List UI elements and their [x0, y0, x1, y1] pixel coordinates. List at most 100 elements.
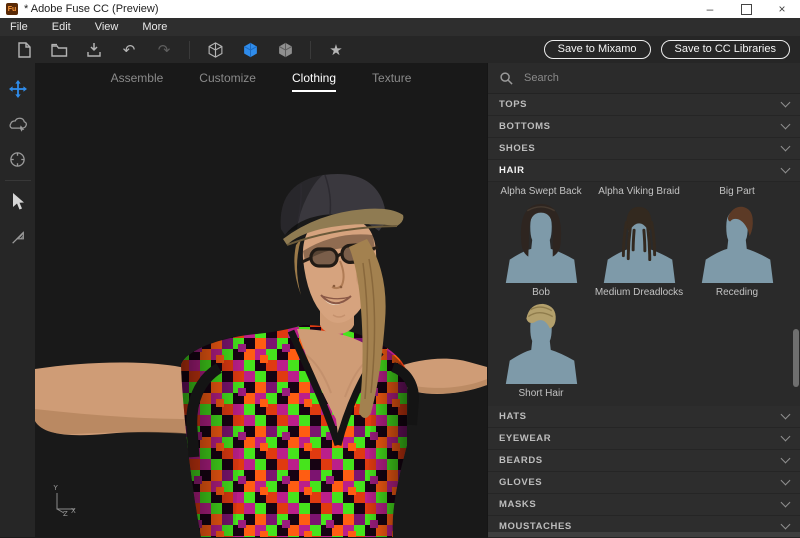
maximize-icon[interactable] [728, 0, 764, 18]
section-label: EYEWEAR [499, 433, 552, 444]
tab-clothing[interactable]: Clothing [291, 71, 337, 92]
hair-item-short-hair[interactable]: Short Hair [492, 300, 590, 401]
section-shoes[interactable]: SHOES [488, 138, 800, 160]
menu-more[interactable]: More [142, 21, 167, 33]
chevron-down-icon [780, 431, 791, 442]
section-label: HATS [499, 411, 527, 422]
hair-item-label: Short Hair [518, 388, 564, 399]
axis-gizmo: Y Z X [53, 484, 77, 518]
undo-icon[interactable]: ↶ [119, 40, 139, 60]
hair-thumbnail-bob [505, 203, 578, 284]
app-icon: Fu [6, 3, 18, 15]
section-label: BOTTOMS [499, 121, 551, 132]
tool-rail [0, 63, 35, 537]
hair-items-grid: Alpha Swept Back Alpha Viking Braid Big … [488, 182, 800, 406]
main-area: Assemble Customize Clothing Texture Y Z … [0, 63, 800, 538]
render-wireframe-icon[interactable] [205, 40, 225, 60]
chevron-down-icon [780, 497, 791, 508]
hair-item-bob[interactable]: Bob [492, 199, 590, 300]
tab-customize[interactable]: Customize [199, 71, 256, 92]
hair-item-receding[interactable]: Receding [688, 199, 786, 300]
search-icon [500, 71, 513, 85]
tab-texture[interactable]: Texture [372, 71, 411, 92]
favorites-star-icon[interactable]: ★ [326, 40, 346, 60]
chevron-down-icon [780, 97, 791, 108]
section-hats[interactable]: HATS [488, 406, 800, 428]
toolbar-separator [310, 40, 311, 59]
render-textured-icon[interactable] [275, 40, 295, 60]
toolbar-actions: Save to Mixamo Save to CC Libraries [543, 36, 790, 63]
section-label: MASKS [499, 499, 537, 510]
chevron-down-icon [780, 453, 791, 464]
save-to-cc-libraries-button[interactable]: Save to CC Libraries [660, 40, 790, 59]
catalog-panel: TOPS BOTTOMS SHOES HAIR Alpha Swept Back… [487, 63, 800, 538]
chevron-down-icon [780, 163, 791, 174]
save-to-mixamo-button[interactable]: Save to Mixamo [543, 40, 651, 59]
menu-view[interactable]: View [95, 21, 119, 33]
render-solid-icon[interactable] [240, 40, 260, 60]
chevron-down-icon [780, 141, 791, 152]
redo-icon[interactable]: ↷ [154, 40, 174, 60]
section-label: MOUSTACHES [499, 521, 572, 532]
menu-bar: File Edit View More [0, 18, 800, 36]
hair-item-label: Big Part [719, 185, 755, 197]
hair-thumbnail-short-hair [505, 303, 578, 385]
title-bar: Fu * Adobe Fuse CC (Preview) – × [0, 0, 800, 18]
vertical-scrollbar[interactable] [793, 329, 799, 387]
hair-item-label: Bob [532, 287, 550, 298]
axis-x-label: X [71, 507, 76, 515]
search-input[interactable] [522, 71, 788, 85]
new-document-icon[interactable] [14, 40, 34, 60]
section-beards[interactable]: BEARDS [488, 450, 800, 472]
hair-item-big-part[interactable]: Big Part [688, 183, 786, 199]
section-masks[interactable]: MASKS [488, 494, 800, 516]
mode-tabs: Assemble Customize Clothing Texture [35, 63, 487, 101]
hair-item-label: Alpha Viking Braid [598, 185, 680, 197]
move-tool-icon[interactable] [8, 79, 28, 99]
section-eyewear[interactable]: EYEWEAR [488, 428, 800, 450]
toolbar: ↶ ↷ ★ Save to Mixamo Save to CC Librarie… [0, 36, 800, 63]
minimize-icon[interactable]: – [692, 0, 728, 18]
hair-thumbnail-receding [701, 206, 774, 284]
search-bar[interactable] [488, 63, 800, 94]
viewport[interactable]: Assemble Customize Clothing Texture Y Z … [35, 63, 487, 537]
toolbar-separator [189, 40, 190, 59]
menu-file[interactable]: File [10, 21, 28, 33]
axis-z-label: Z [63, 510, 68, 518]
hair-item-alpha-viking-braid[interactable]: Alpha Viking Braid [590, 183, 688, 199]
section-label: HAIR [499, 165, 525, 176]
save-export-icon[interactable] [84, 40, 104, 60]
select-cursor-icon[interactable] [8, 192, 28, 212]
chevron-down-icon [780, 519, 791, 530]
horizontal-scrollbar[interactable] [488, 532, 800, 537]
pose-tool-icon[interactable] [8, 227, 28, 247]
character-render[interactable]: Y Z X [35, 63, 487, 537]
hair-item-medium-dreadlocks[interactable]: Medium Dreadlocks [590, 199, 688, 300]
section-hair[interactable]: HAIR [488, 160, 800, 182]
section-bottoms[interactable]: BOTTOMS [488, 116, 800, 138]
rail-divider [4, 180, 31, 181]
section-tops[interactable]: TOPS [488, 94, 800, 116]
section-gloves[interactable]: GLOVES [488, 472, 800, 494]
chevron-down-icon [780, 409, 791, 420]
hair-thumbnail-medium-dreadlocks [603, 206, 676, 284]
window-controls: – × [692, 0, 800, 18]
orbit-hand-tool-icon[interactable] [8, 114, 28, 134]
section-label: BEARDS [499, 455, 543, 466]
zoom-target-tool-icon[interactable] [8, 149, 28, 169]
window-title: * Adobe Fuse CC (Preview) [24, 3, 159, 15]
hair-item-alpha-swept-back[interactable]: Alpha Swept Back [492, 183, 590, 199]
section-label: SHOES [499, 143, 536, 154]
axis-y-label: Y [53, 484, 59, 492]
section-label: GLOVES [499, 477, 543, 488]
hair-item-label: Medium Dreadlocks [594, 287, 684, 298]
hair-item-label: Alpha Swept Back [500, 185, 582, 197]
hair-item-label: Receding [715, 287, 759, 298]
menu-edit[interactable]: Edit [52, 21, 71, 33]
close-icon[interactable]: × [764, 0, 800, 18]
chevron-down-icon [780, 119, 791, 130]
chevron-down-icon [780, 475, 791, 486]
tab-assemble[interactable]: Assemble [111, 71, 164, 92]
open-folder-icon[interactable] [49, 40, 69, 60]
section-label: TOPS [499, 99, 528, 110]
